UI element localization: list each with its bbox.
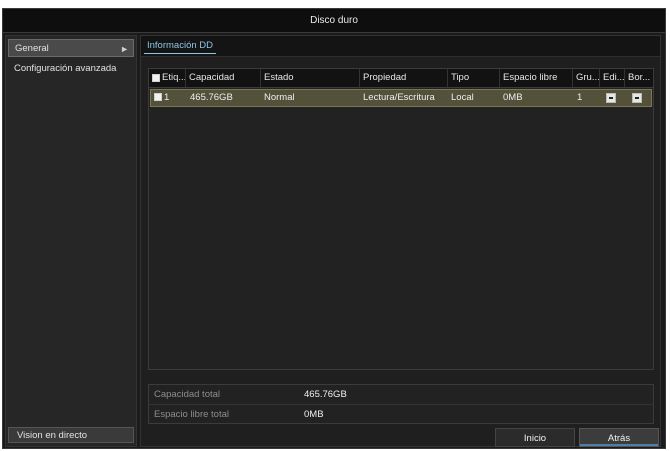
column-header-label[interactable]: Etiq... xyxy=(159,69,186,87)
cell-label: 1 xyxy=(164,92,170,103)
column-header-grupo[interactable]: Gru... xyxy=(573,69,600,87)
total-capacity-label: Capacidad total xyxy=(154,389,221,400)
total-free-label: Espacio libre total xyxy=(154,409,229,420)
window-title: Disco duro xyxy=(3,9,665,33)
sidebar: General ► Configuración avanzada Vision … xyxy=(5,35,137,447)
tab-bar: Información DD xyxy=(141,36,660,57)
column-header-espacio-libre[interactable]: Espacio libre xyxy=(500,69,573,87)
cell-espacio-libre: 0MB xyxy=(503,92,523,103)
column-header-tipo[interactable]: Tipo xyxy=(448,69,500,87)
column-header-borrar[interactable]: Bor... xyxy=(625,69,653,87)
total-free-value: 0MB xyxy=(304,409,324,420)
delete-icon[interactable] xyxy=(632,93,642,103)
chevron-right-icon: ► xyxy=(120,44,129,54)
column-header-estado[interactable]: Estado xyxy=(261,69,360,87)
cell-tipo: Local xyxy=(451,92,474,103)
cell-grupo: 1 xyxy=(577,92,583,103)
main-panel: Información DD Etiq... Capacidad Estado … xyxy=(140,35,661,447)
summary-row-espacio: Espacio libre total 0MB xyxy=(149,404,653,424)
cell-estado: Normal xyxy=(264,92,295,103)
total-capacity-value: 465.76GB xyxy=(304,389,347,400)
sidebar-item-configuracion-avanzada[interactable]: Configuración avanzada xyxy=(8,60,134,78)
sidebar-item-label: General xyxy=(15,43,49,54)
column-header-propiedad[interactable]: Propiedad xyxy=(360,69,448,87)
table-header: Etiq... Capacidad Estado Propiedad Tipo … xyxy=(149,69,653,88)
summary-panel: Capacidad total 465.76GB Espacio libre t… xyxy=(148,384,654,424)
table-row[interactable]: 1 465.76GB Normal Lectura/Escritura Loca… xyxy=(150,89,652,107)
column-header-capacidad[interactable]: Capacidad xyxy=(186,69,261,87)
sidebar-item-general[interactable]: General ► xyxy=(8,39,134,57)
live-view-button[interactable]: Vision en directo xyxy=(8,427,134,443)
cell-capacidad: 465.76GB xyxy=(190,92,233,103)
cell-propiedad: Lectura/Escritura xyxy=(363,92,435,103)
summary-row-capacidad: Capacidad total 465.76GB xyxy=(149,385,653,404)
edit-icon[interactable] xyxy=(606,93,616,103)
column-header-editar[interactable]: Edi... xyxy=(600,69,625,87)
atras-button[interactable]: Atrás xyxy=(579,428,659,447)
tab-informacion-dd[interactable]: Información DD xyxy=(144,39,216,54)
hdd-table: Etiq... Capacidad Estado Propiedad Tipo … xyxy=(148,68,654,370)
hdd-window: Disco duro General ► Configuración avanz… xyxy=(2,8,666,449)
inicio-button[interactable]: Inicio xyxy=(495,428,575,447)
sidebar-item-label: Configuración avanzada xyxy=(14,63,117,74)
